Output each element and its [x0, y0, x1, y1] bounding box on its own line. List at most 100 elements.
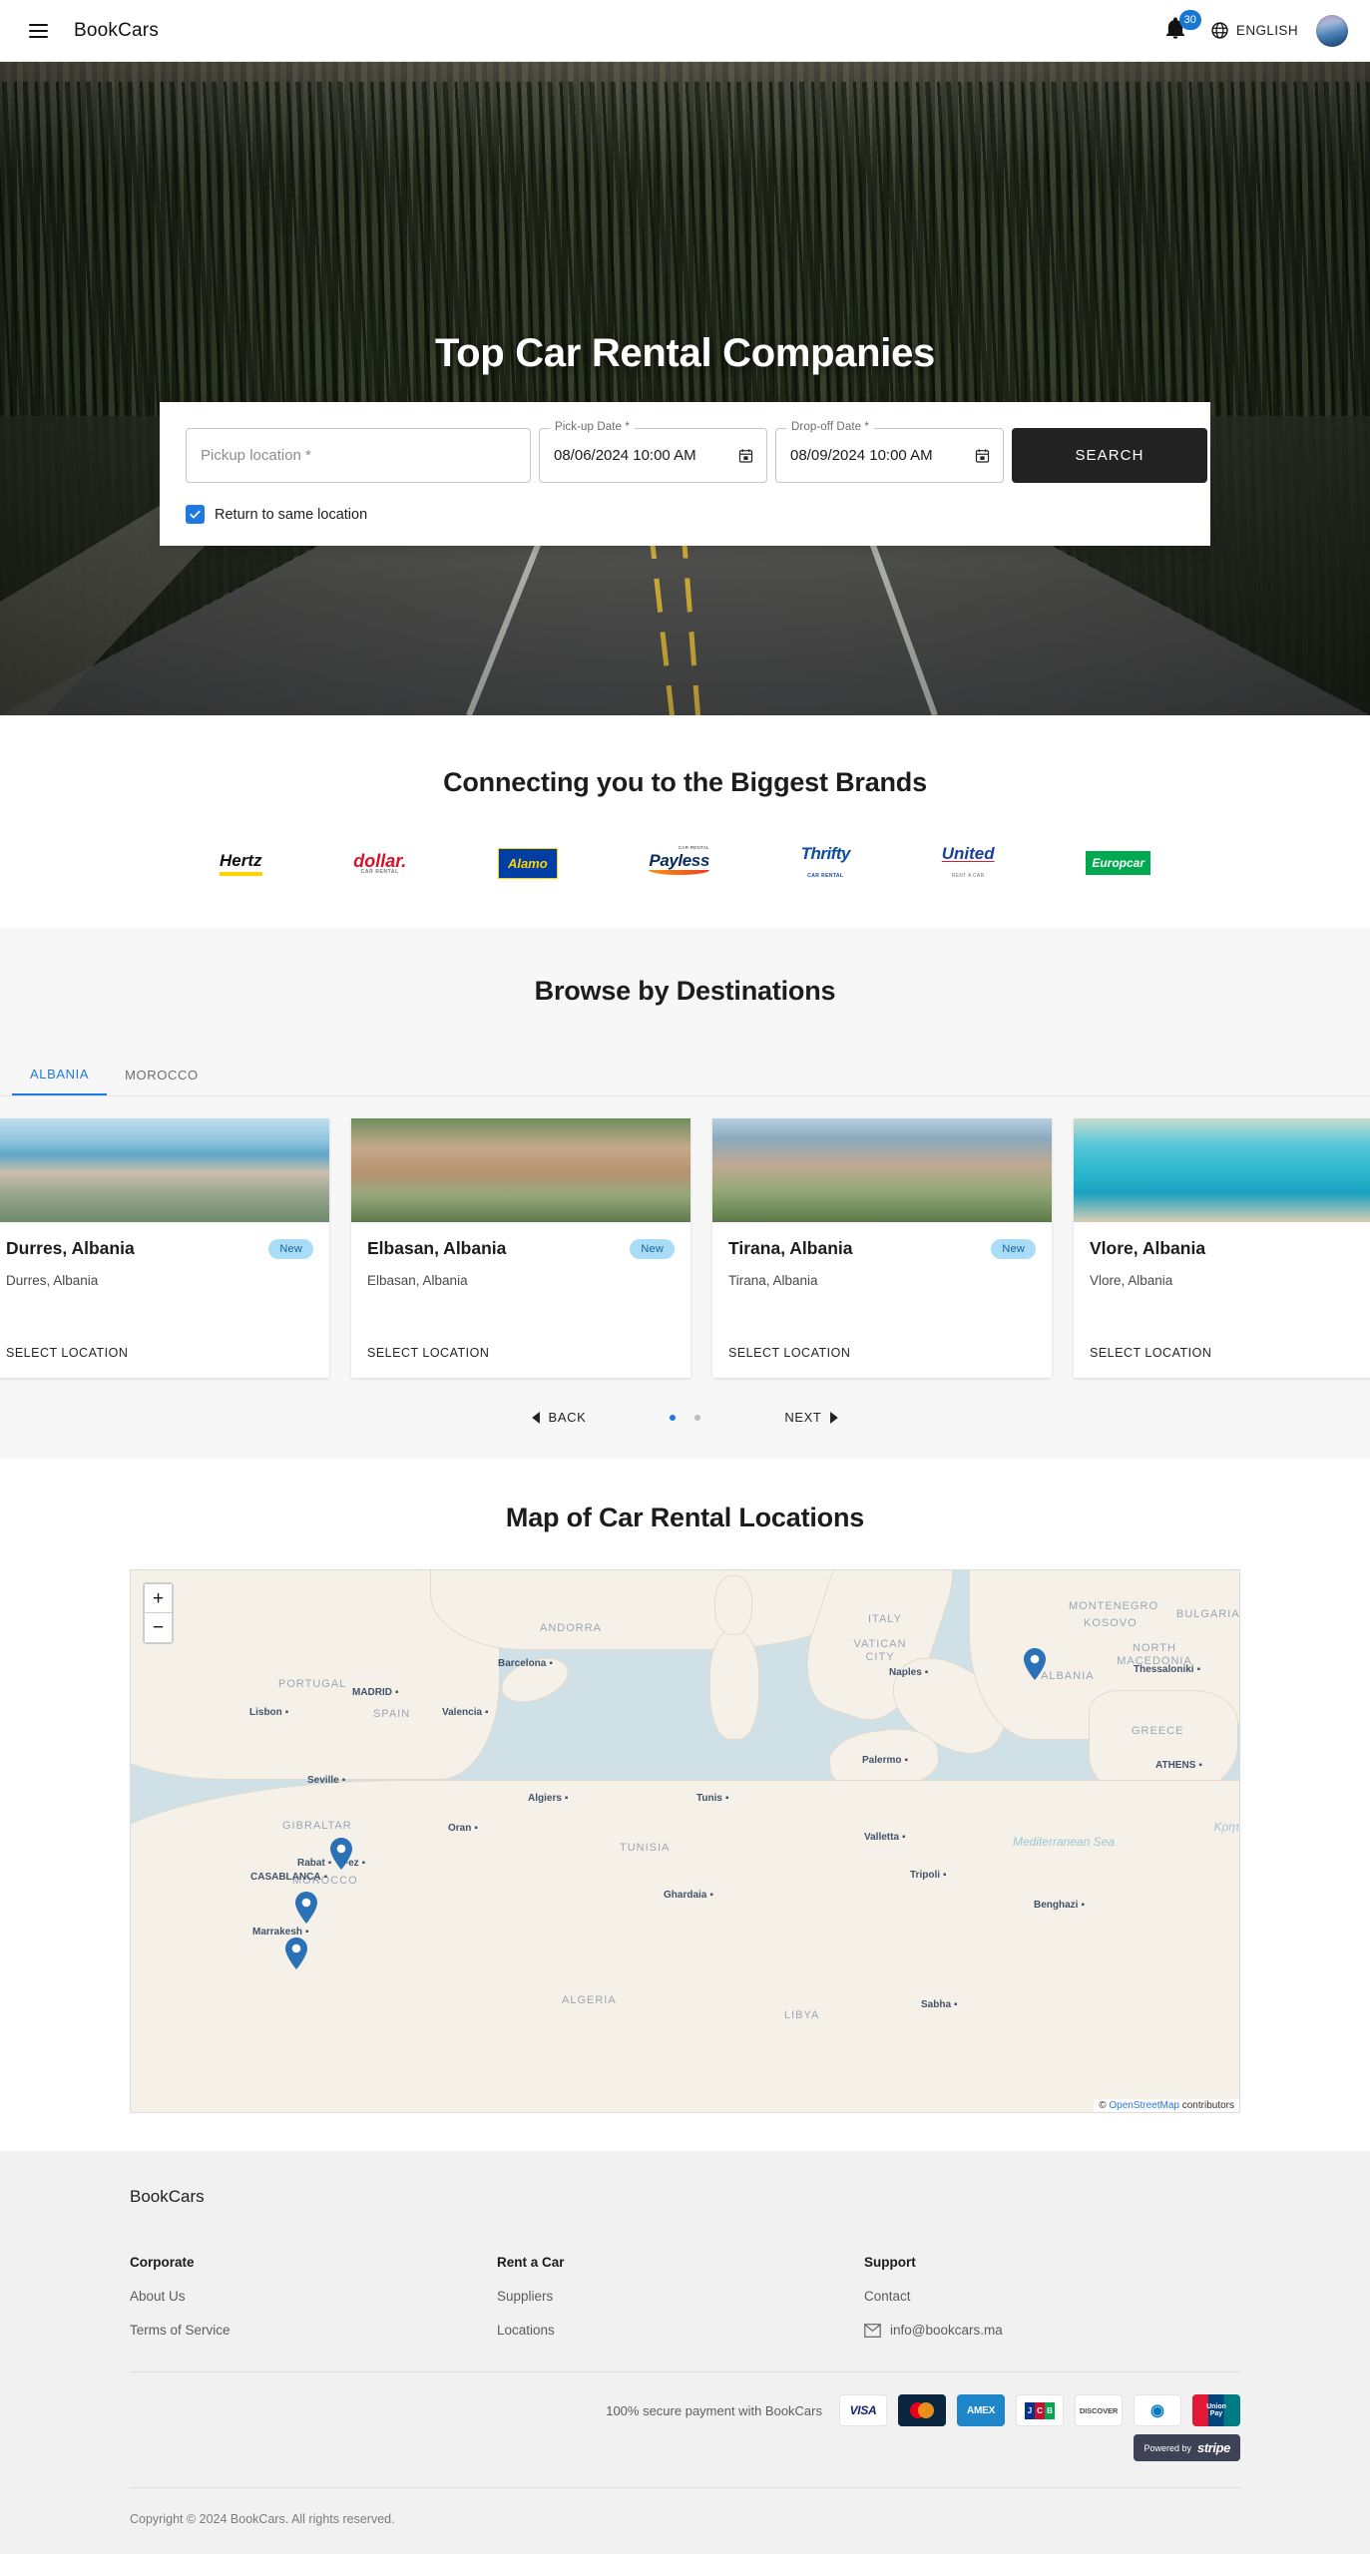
footer-link-suppliers[interactable]: Suppliers	[497, 2289, 864, 2304]
map-city-label: Valletta	[864, 1832, 906, 1843]
select-location-button[interactable]: SELECT LOCATION	[1090, 1346, 1211, 1360]
payment-icon-visa: VISA	[839, 2394, 887, 2426]
dropoff-date-field[interactable]: Drop-off Date * 08/09/2024 10:00 AM	[775, 421, 1004, 483]
app-brand-title: BookCars	[74, 19, 160, 41]
select-location-button[interactable]: SELECT LOCATION	[6, 1346, 128, 1360]
brand-logo-europcar[interactable]: Europcar	[1086, 846, 1150, 880]
destination-card[interactable]: Durres, Albania New Durres, Albania SELE…	[0, 1118, 329, 1378]
pickup-date-field[interactable]: Pick-up Date * 08/06/2024 10:00 AM	[539, 421, 767, 483]
footer-column-title: Corporate	[130, 2255, 195, 2270]
destination-name: Elbasan, Albania	[367, 1238, 507, 1258]
footer-column-support: Support Contact info@bookcars.ma	[864, 2255, 1231, 2338]
map-pin-morocco-center[interactable]	[295, 1892, 317, 1924]
destination-card[interactable]: Tirana, Albania New Tirana, Albania SELE…	[712, 1118, 1052, 1378]
return-same-location-checkbox[interactable]	[186, 505, 205, 524]
footer-email-text: info@bookcars.ma	[890, 2323, 1003, 2338]
carousel-dot-2[interactable]	[694, 1414, 701, 1421]
hero-title: Top Car Rental Companies	[434, 331, 936, 375]
footer-link-locations[interactable]: Locations	[497, 2323, 864, 2338]
calendar-icon[interactable]	[737, 447, 754, 465]
footer-link-about-us[interactable]: About Us	[130, 2289, 497, 2304]
hamburger-menu-icon[interactable]	[16, 9, 60, 53]
hero-banner: Top Car Rental Companies Pickup location…	[0, 62, 1370, 715]
brand-logo-row: Hertz dollar. CAR RENTAL Alamo CAR RENTAL…	[0, 844, 1370, 880]
footer-link-contact[interactable]: Contact	[864, 2289, 1231, 2304]
payment-icon-discover: DISCOVER	[1075, 2394, 1123, 2426]
map-country-label: MONTENEGRO	[1069, 1600, 1159, 1612]
map-city-label: Oran	[448, 1823, 478, 1834]
map-city-label: Naples	[889, 1667, 928, 1678]
pickup-date-value: 08/06/2024 10:00 AM	[554, 447, 696, 464]
brand-logo-hertz[interactable]: Hertz	[220, 846, 262, 880]
map-country-label: KOSOVO	[1084, 1617, 1138, 1629]
pickup-date-label: Pick-up Date *	[550, 421, 635, 433]
destination-card[interactable]: Elbasan, Albania New Elbasan, Albania SE…	[351, 1118, 690, 1378]
brand-logo-thrifty[interactable]: Thrifty CAR RENTAL	[801, 844, 851, 880]
status-badge: New	[268, 1238, 313, 1259]
stripe-badge-row: Powered by stripe	[130, 2434, 1240, 2461]
map-pin-fez[interactable]	[330, 1838, 352, 1870]
map-country-label: ANDORRA	[540, 1622, 603, 1634]
footer-column-corporate: Corporate About Us Terms of Service	[130, 2255, 497, 2338]
brand-logo-payless[interactable]: CAR RENTAL Payless	[649, 845, 709, 880]
map-city-label: Algiers	[528, 1793, 568, 1804]
map-country-label: SPAIN	[373, 1708, 411, 1720]
return-same-location-label[interactable]: Return to same location	[215, 507, 367, 523]
map-zoom-in-button[interactable]: +	[145, 1584, 172, 1613]
locations-map[interactable]: PORTUGAL SPAIN ANDORRA ITALY VATICAN CIT…	[130, 1569, 1240, 2113]
map-city-label: Tripoli	[910, 1870, 947, 1881]
status-badge: New	[630, 1238, 675, 1259]
map-country-label: GIBRALTAR	[282, 1820, 352, 1832]
map-zoom-out-button[interactable]: −	[145, 1613, 172, 1642]
destination-image	[1074, 1118, 1370, 1222]
map-country-label: VATICAN CITY	[853, 1638, 907, 1663]
pickup-location-field[interactable]: Pickup location *	[186, 428, 531, 483]
map-city-label: Barcelona	[498, 1658, 553, 1669]
notifications-button[interactable]: 30	[1162, 9, 1201, 48]
carousel-next-button[interactable]: NEXT	[774, 1404, 848, 1431]
map-city-label: Palermo	[862, 1755, 908, 1766]
map-country-label: ALGERIA	[562, 1994, 617, 2006]
openstreetmap-link[interactable]: OpenStreetMap	[1109, 2100, 1179, 2111]
destination-country-tabs: ALBANIA MOROCCO	[0, 1053, 1370, 1096]
destinations-title: Browse by Destinations	[534, 976, 836, 1006]
language-selector[interactable]: ENGLISH	[1210, 21, 1298, 40]
carousel-back-button[interactable]: BACK	[522, 1404, 597, 1431]
select-location-button[interactable]: SELECT LOCATION	[367, 1346, 489, 1360]
destination-image	[0, 1118, 329, 1222]
destination-name: Tirana, Albania	[728, 1238, 853, 1258]
footer-link-columns: Corporate About Us Terms of Service Rent…	[130, 2255, 1240, 2338]
destinations-section: Browse by Destinations ALBANIA MOROCCO D…	[0, 928, 1370, 1459]
avatar[interactable]	[1316, 14, 1348, 47]
language-label: ENGLISH	[1235, 23, 1298, 38]
map-country-label: LIBYA	[784, 2009, 820, 2021]
map-title: Map of Car Rental Locations	[505, 1503, 865, 1532]
payment-methods-row: 100% secure payment with BookCars VISA A…	[130, 2372, 1240, 2426]
calendar-icon[interactable]	[974, 447, 991, 465]
tab-albania[interactable]: ALBANIA	[12, 1053, 108, 1095]
map-country-label: GREECE	[1132, 1725, 1184, 1737]
footer-link-terms-of-service[interactable]: Terms of Service	[130, 2323, 497, 2338]
destination-card[interactable]: Vlore, Albania Vlore, Albania SELECT LOC…	[1074, 1118, 1370, 1378]
header-actions: 30 ENGLISH	[1162, 9, 1354, 48]
destination-card-list: Durres, Albania New Durres, Albania SELE…	[0, 1096, 1370, 1378]
carousel-dot-1[interactable]	[670, 1414, 677, 1421]
map-land-corsica	[714, 1575, 752, 1635]
brand-logo-alamo[interactable]: Alamo	[497, 846, 558, 880]
brand-logo-united[interactable]: United RENT A CAR	[942, 844, 995, 880]
destination-image	[712, 1118, 1052, 1222]
map-pin-morocco-south[interactable]	[285, 1937, 307, 1969]
dropoff-date-value: 08/09/2024 10:00 AM	[790, 447, 933, 464]
map-city-label: Marrakesh	[252, 1927, 309, 1937]
search-button[interactable]: SEARCH	[1012, 428, 1207, 483]
brand-logo-dollar[interactable]: dollar. CAR RENTAL	[353, 846, 406, 880]
map-city-label: CASABLANCA	[250, 1872, 327, 1883]
tab-morocco[interactable]: MOROCCO	[107, 1053, 217, 1095]
footer-email[interactable]: info@bookcars.ma	[864, 2323, 1231, 2338]
select-location-button[interactable]: SELECT LOCATION	[728, 1346, 850, 1360]
map-pin-albania[interactable]	[1024, 1648, 1046, 1680]
payment-icon-unionpay: Union Pay	[1192, 2394, 1240, 2426]
destination-subtitle: Durres, Albania	[6, 1273, 99, 1288]
powered-by-stripe-badge: Powered by stripe	[1134, 2434, 1240, 2461]
map-sea-label: Κρητικό πέλαγος	[1213, 1820, 1240, 1834]
